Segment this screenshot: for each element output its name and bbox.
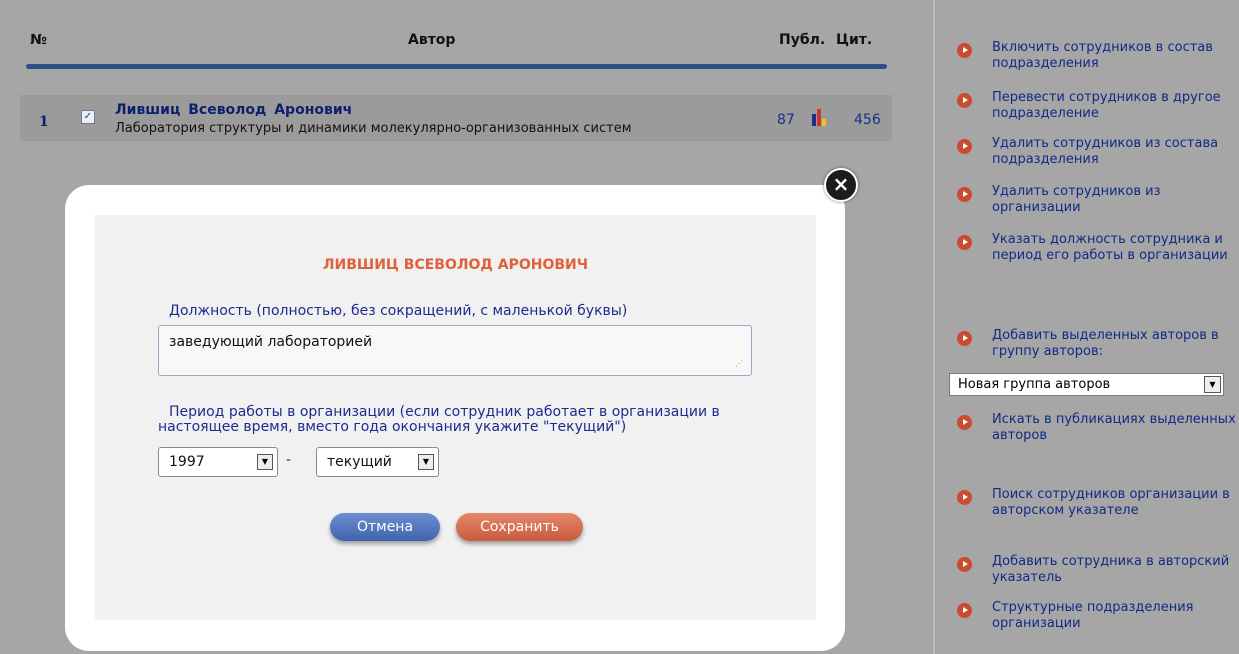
sidebar-item-label[interactable]: Перевести сотрудников в другое подраздел… <box>992 90 1239 122</box>
end-year-value: текущий <box>327 454 392 470</box>
start-year-value: 1997 <box>169 454 205 470</box>
close-icon[interactable]: × <box>824 168 858 202</box>
end-year-select[interactable]: текущий ▼ <box>316 447 439 477</box>
arrow-bullet-icon <box>957 490 972 505</box>
period-label-line1: Период работы в организации (если сотруд… <box>169 404 720 420</box>
publications-count-link[interactable]: 87 <box>777 112 795 128</box>
citations-count-link[interactable]: 456 <box>854 112 881 128</box>
sidebar-item-label[interactable]: Поиск сотрудников организации в авторско… <box>992 487 1239 519</box>
position-value[interactable]: заведующий лабораторией <box>169 334 372 350</box>
arrow-bullet-icon <box>957 187 972 202</box>
period-label: Период работы в организации (если сотруд… <box>158 405 758 435</box>
arrow-bullet-icon <box>957 603 972 618</box>
arrow-bullet-icon <box>957 235 972 250</box>
actions-sidebar: Включить сотрудников в состав подразделе… <box>933 0 1239 654</box>
arrow-bullet-icon <box>957 43 972 58</box>
dialog-title: ЛИВШИЦ ВСЕВОЛОД АРОНОВИЧ <box>322 257 589 273</box>
sidebar-item-label[interactable]: Включить сотрудников в состав подразделе… <box>992 40 1239 72</box>
position-label: Должность (полностью, без сокращений, с … <box>169 303 628 319</box>
start-year-select[interactable]: 1997 ▼ <box>158 447 278 477</box>
sidebar-item-label[interactable]: Искать в публикациях выделенных авторов <box>992 412 1239 444</box>
sidebar-item-label[interactable]: Добавить выделенных авторов в группу авт… <box>992 328 1239 360</box>
sidebar-item-label[interactable]: Добавить сотрудника в авторский указател… <box>992 554 1239 586</box>
author-organization: Лаборатория структуры и динамики молекул… <box>115 121 632 136</box>
position-dialog: ЛИВШИЦ ВСЕВОЛОД АРОНОВИЧ Должность (полн… <box>65 185 845 651</box>
arrow-bullet-icon <box>957 331 972 346</box>
save-button[interactable]: Сохранить <box>456 513 583 541</box>
sidebar-item-label[interactable]: Удалить сотрудников из состава подраздел… <box>992 136 1239 168</box>
dialog-body: ЛИВШИЦ ВСЕВОЛОД АРОНОВИЧ Должность (полн… <box>95 215 816 620</box>
resize-grip-icon[interactable]: ⋰ <box>735 360 745 371</box>
row-checkbox[interactable]: ✓ <box>81 110 95 124</box>
arrow-bullet-icon <box>957 415 972 430</box>
arrow-bullet-icon <box>957 557 972 572</box>
dropdown-arrow-icon[interactable]: ▼ <box>1204 376 1221 393</box>
row-number: 1 <box>39 114 49 130</box>
table-row: 1 ✓ Лившиц Всеволод Аронович Лаборатория… <box>20 95 892 141</box>
column-header-author[interactable]: Автор <box>408 32 455 48</box>
arrow-bullet-icon <box>957 139 972 154</box>
column-header-publications[interactable]: Публ. <box>779 32 825 48</box>
author-group-select-value: Новая группа авторов <box>958 377 1111 392</box>
author-group-select[interactable]: Новая группа авторов ▼ <box>949 373 1224 396</box>
period-separator: - <box>286 452 292 468</box>
column-header-citations[interactable]: Цит. <box>836 32 872 48</box>
bar-chart-icon[interactable] <box>811 108 827 126</box>
dropdown-arrow-icon[interactable]: ▼ <box>418 454 434 470</box>
period-label-line2: настоящее время, вместо года окончания у… <box>158 419 627 435</box>
header-divider <box>26 64 887 69</box>
cancel-button[interactable]: Отмена <box>330 513 440 541</box>
arrow-bullet-icon <box>957 93 972 108</box>
sidebar-item-label[interactable]: Указать должность сотрудника и период ег… <box>992 232 1239 264</box>
sidebar-item-label[interactable]: Удалить сотрудников из организации <box>992 184 1239 216</box>
dropdown-arrow-icon[interactable]: ▼ <box>257 454 273 470</box>
sidebar-item-label[interactable]: Структурные подразделения организации <box>992 600 1239 632</box>
position-textarea[interactable]: заведующий лабораторией ⋰ <box>158 325 752 376</box>
column-header-number: № <box>30 32 47 48</box>
author-name-link[interactable]: Лившиц Всеволод Аронович <box>115 102 352 118</box>
